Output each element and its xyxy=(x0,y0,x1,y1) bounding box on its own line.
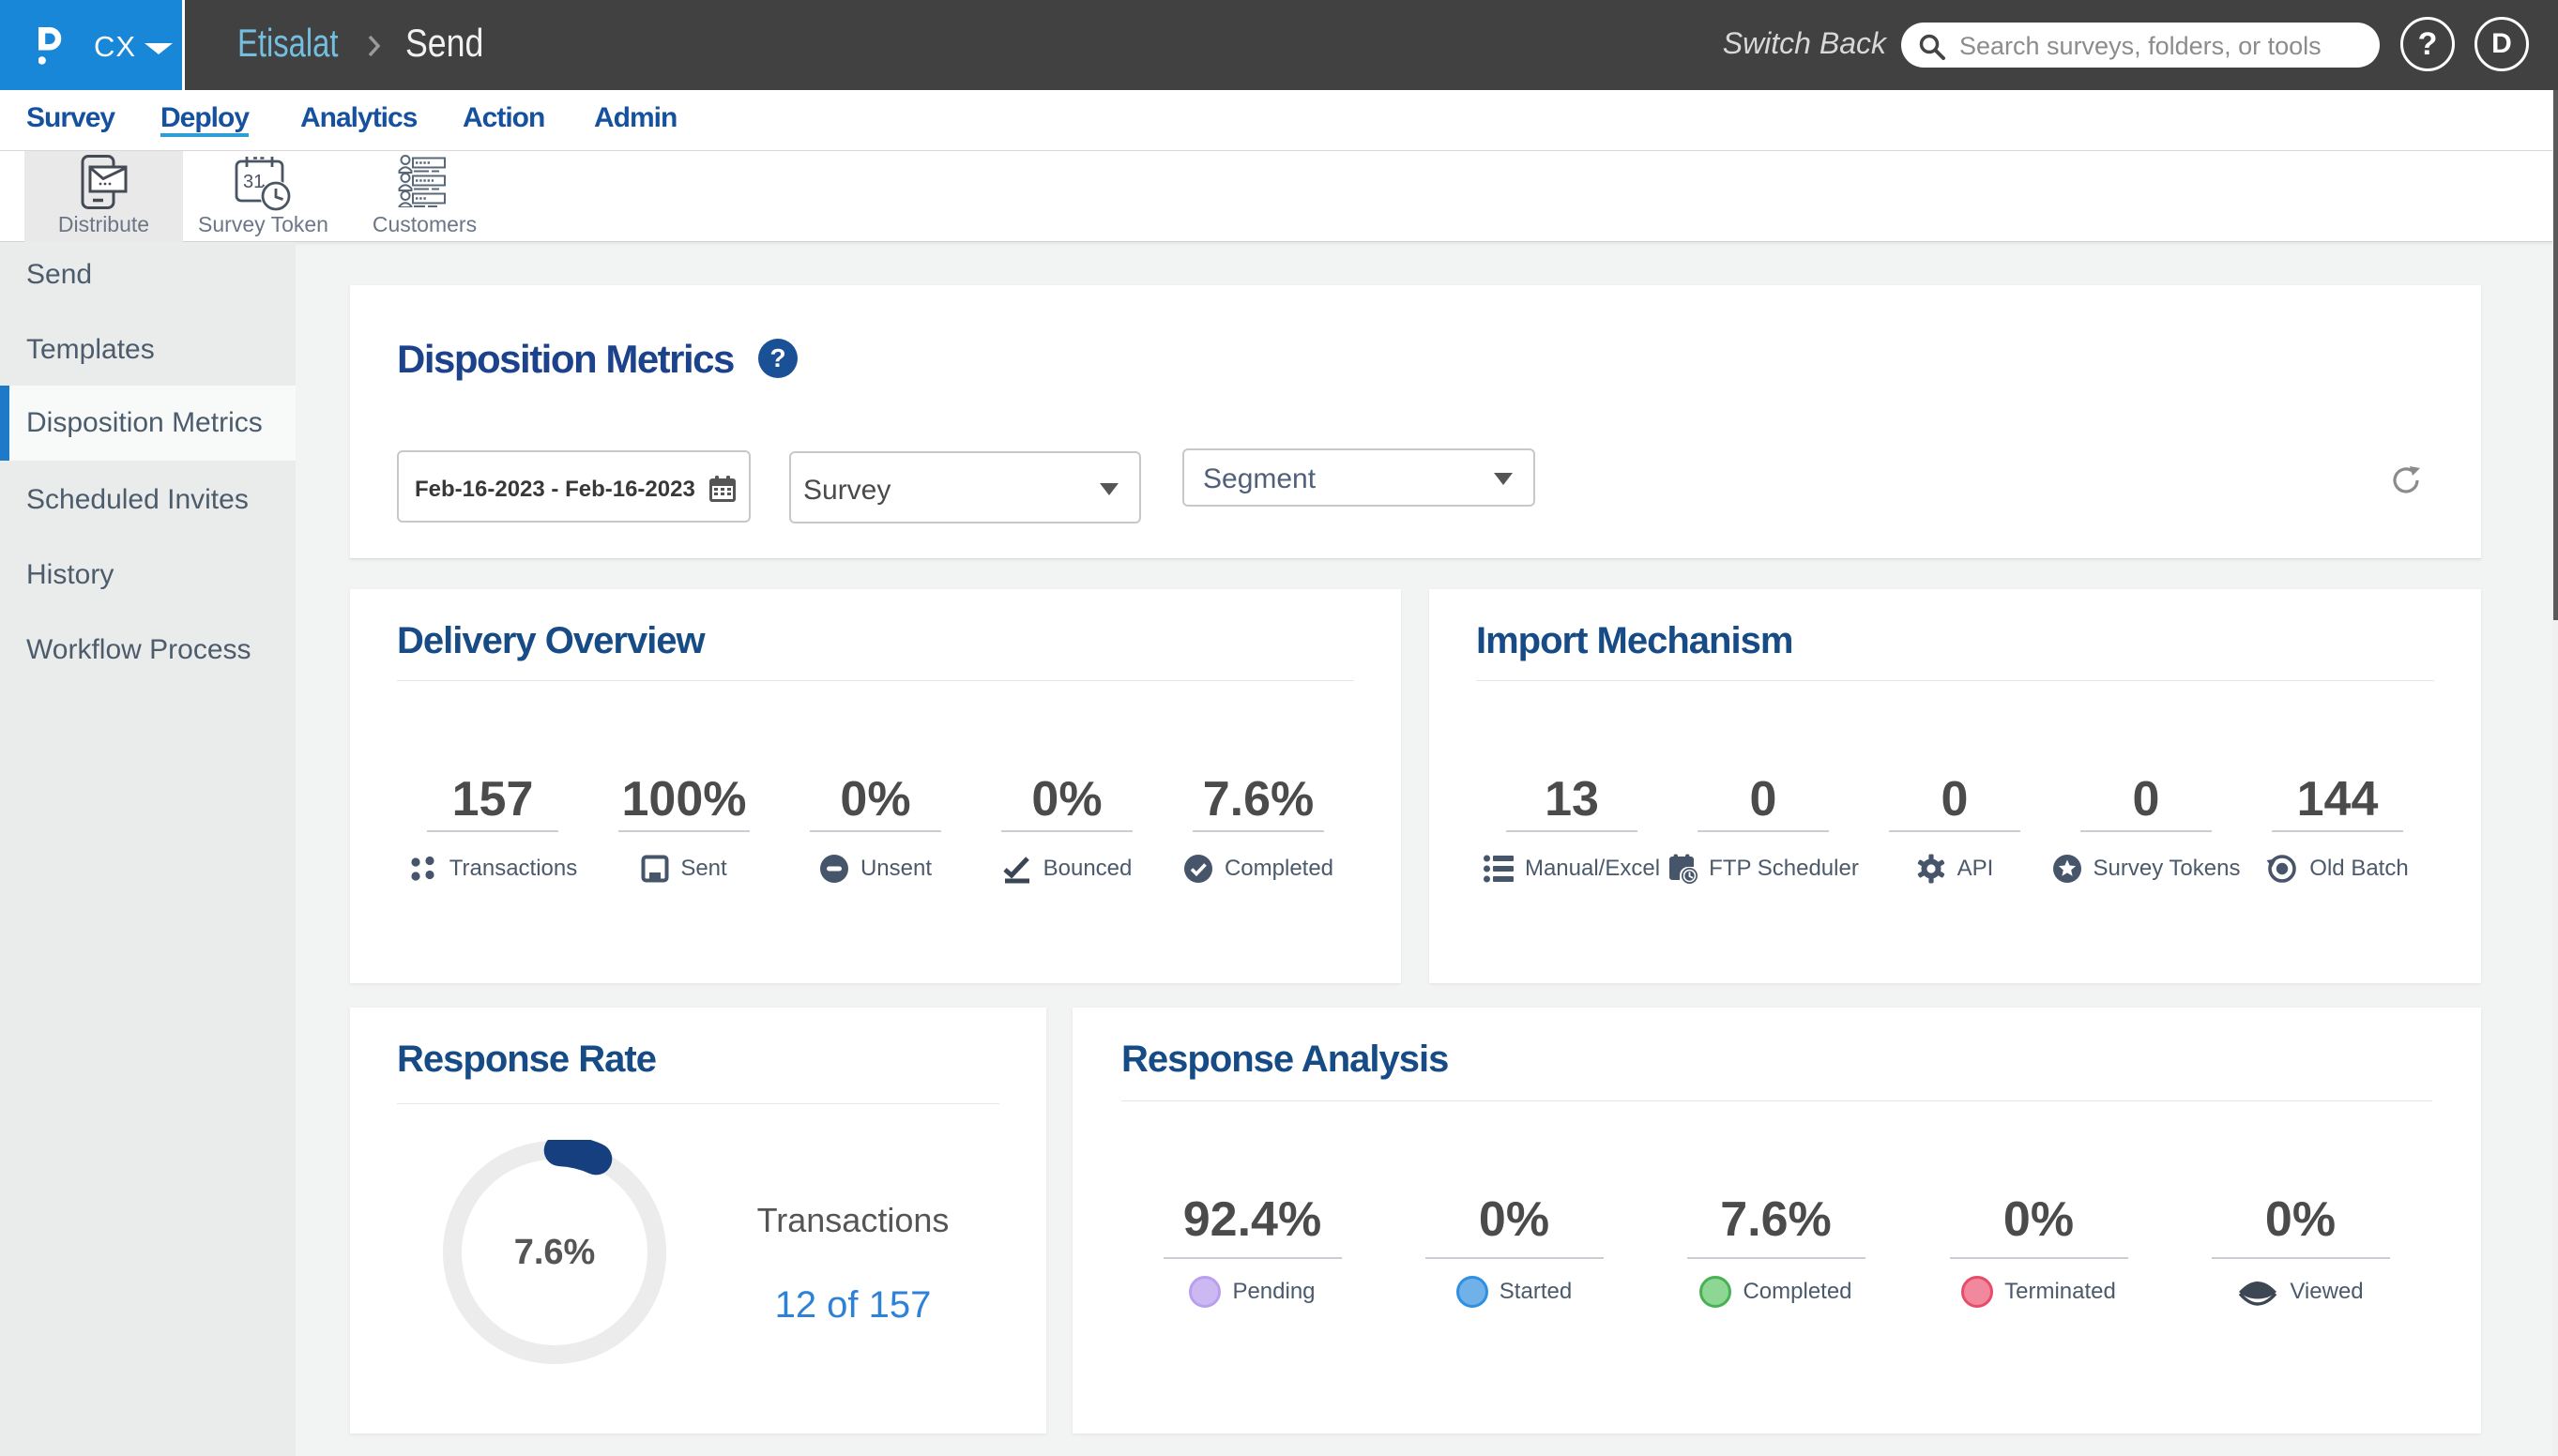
svg-text:31: 31 xyxy=(243,172,264,192)
